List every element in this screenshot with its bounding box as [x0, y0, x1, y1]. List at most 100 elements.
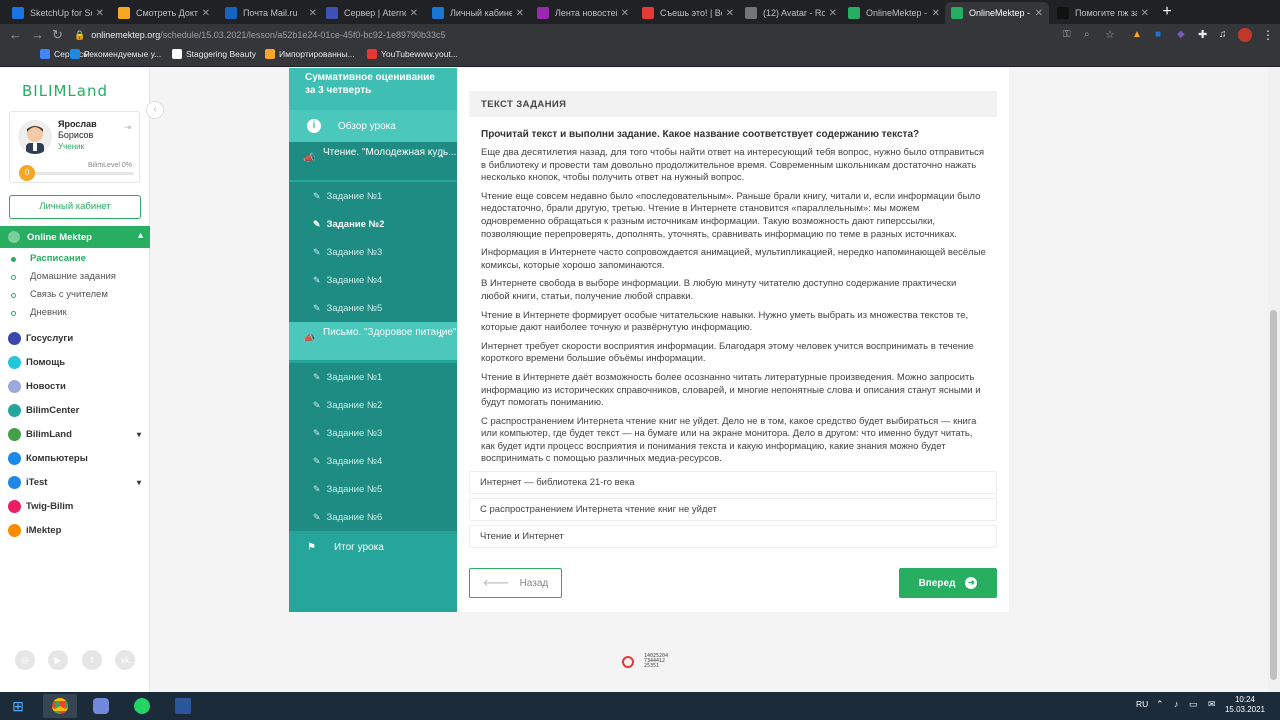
browser-tab[interactable]: Смотреть Доктор ✕ — [112, 2, 216, 24]
menu-icon[interactable]: ⋮ — [1262, 27, 1274, 43]
visitor-counter[interactable]: 14025204 7344412 25351 — [622, 654, 668, 669]
browser-tab[interactable]: Личный кабинет ✕ — [426, 2, 530, 24]
browser-tab[interactable]: SketchUp for Sch ✕ — [6, 2, 110, 24]
sidebar-menu-item[interactable]: Компьютеры — [8, 452, 150, 465]
key-icon[interactable]: ⚿ — [1063, 27, 1071, 43]
close-tab-icon[interactable]: ✕ — [932, 8, 940, 19]
facebook-icon[interactable]: f — [82, 650, 102, 670]
sidebar-menu-item[interactable]: BilimLand ▾ — [8, 428, 150, 441]
close-tab-icon[interactable]: ✕ — [726, 8, 734, 19]
browser-tab[interactable]: Почта Mail.ru ✕ — [219, 2, 323, 24]
forward-arrow-icon[interactable]: → — [31, 27, 44, 43]
browser-tab[interactable]: OnlineMektep - E ✕ — [842, 2, 946, 24]
lesson-task-item[interactable]: ✎ Задание №6 — [289, 503, 457, 531]
answer-option[interactable]: Интернет — библиотека 21-го века — [469, 471, 997, 494]
lesson-task-item[interactable]: ✎ Задание №3 — [289, 419, 457, 447]
star-icon[interactable]: ☆ — [1105, 27, 1115, 43]
address-bar[interactable]: 🔒 onlinemektep.org/schedule/15.03.2021/le… — [74, 27, 1059, 43]
new-tab-button[interactable]: + — [1158, 3, 1176, 21]
bilimland-logo[interactable]: BILIMLand — [22, 82, 108, 100]
vk-icon[interactable]: vk — [115, 650, 135, 670]
browser-tab[interactable]: OnlineMektep - E ✕ — [945, 2, 1049, 24]
bookmark-youtube[interactable]: YouTubewww.yout... — [367, 49, 458, 59]
sidebar-menu-item[interactable]: iMektep — [8, 524, 150, 537]
close-tab-icon[interactable]: ✕ — [96, 8, 104, 19]
edit-icon: ✎ — [313, 274, 321, 285]
sidebar-subitem[interactable]: Связь с учителем — [30, 289, 108, 300]
sidebar-menu-item[interactable]: BilimCenter — [8, 404, 150, 417]
back-button[interactable]: 🡐 Назад — [469, 568, 562, 598]
zoom-icon[interactable]: ⌕ — [1084, 27, 1090, 43]
scrollbar-thumb[interactable] — [1270, 310, 1277, 680]
section-writing[interactable]: 📣 Письмо. "Здоровое питание" ⌃ — [289, 322, 457, 360]
lesson-task-item[interactable]: ✎ Задание №2 — [289, 391, 457, 419]
sidebar-subitem[interactable]: Домашние задания — [30, 271, 116, 282]
close-tab-icon[interactable]: ✕ — [829, 8, 837, 19]
next-button[interactable]: Вперед ➜ — [899, 568, 997, 598]
lesson-task-item[interactable]: ✎ Задание №1 — [289, 182, 457, 210]
lesson-task-item[interactable]: ✎ Задание №5 — [289, 294, 457, 322]
lesson-task-label: Задание №1 — [326, 371, 383, 383]
sidebar-menu-item[interactable]: iTest ▾ — [8, 476, 150, 489]
reload-icon[interactable]: ↻ — [52, 27, 63, 43]
bookmark-recommended[interactable]: Рекомендуемые у... — [70, 49, 161, 59]
language-indicator[interactable]: RU — [1136, 699, 1148, 709]
taskbar-discord[interactable] — [84, 694, 118, 718]
sidebar-menu-item[interactable]: Новости — [8, 380, 150, 393]
extension-icon[interactable]: ▲ — [1132, 27, 1142, 43]
media-icon[interactable]: ♫ — [1219, 27, 1227, 43]
browser-tab[interactable]: (12) Avatar - Rob ✕ — [739, 2, 843, 24]
lesson-task-item[interactable]: ✎ Задание №1 — [289, 363, 457, 391]
bookmark-imported[interactable]: Импортированны... — [265, 49, 355, 59]
chevron-down-icon[interactable]: ▾ — [137, 478, 141, 487]
answer-option[interactable]: Чтение и Интернет — [469, 525, 997, 548]
avatar[interactable] — [18, 120, 52, 154]
tab-favicon-icon — [12, 7, 24, 19]
extension-icon[interactable]: ◆ — [1177, 27, 1185, 43]
taskbar-word[interactable] — [166, 694, 200, 718]
taskbar-chrome[interactable] — [43, 694, 77, 718]
lesson-summary-item[interactable]: ⚑ Итог урока — [289, 532, 457, 562]
chevron-down-icon[interactable]: ▾ — [137, 430, 141, 439]
browser-tab[interactable]: Съешь это! | Все ✕ — [636, 2, 740, 24]
back-arrow-icon[interactable]: ← — [9, 27, 22, 43]
browser-tab[interactable]: Лента новостей ✕ — [531, 2, 635, 24]
lesson-task-item[interactable]: ✎ Задание №4 — [289, 266, 457, 294]
sidebar-menu-item[interactable]: Помощь — [8, 356, 150, 369]
close-tab-icon[interactable]: ✕ — [202, 8, 210, 19]
sidebar-menu-item[interactable]: Госуслуги — [8, 332, 150, 345]
sidebar-menu-item[interactable]: Twig-Bilim — [8, 500, 150, 513]
section-reading[interactable]: 📣 Чтение. "Молодежная куль... ⌃ — [289, 142, 457, 180]
lesson-task-item[interactable]: ✎ Задание №4 — [289, 447, 457, 475]
browser-tab[interactable]: Помогите пж за ✕ — [1051, 2, 1155, 24]
lesson-task-item[interactable]: ✎ Задание №2 — [289, 210, 457, 238]
taskbar-clock[interactable]: 10:24 15.03.2021 — [1222, 695, 1268, 715]
browser-tab[interactable]: Сервер | Aternos ✕ — [320, 2, 424, 24]
close-tab-icon[interactable]: ✕ — [516, 8, 524, 19]
instagram-icon[interactable]: ◎ — [15, 650, 35, 670]
answer-option[interactable]: С распространением Интернета чтение книг… — [469, 498, 997, 521]
start-button[interactable]: ⊞ — [0, 692, 36, 720]
close-tab-icon[interactable]: ✕ — [621, 8, 629, 19]
collapse-sidebar-button[interactable]: ‹ — [146, 101, 164, 119]
profile-avatar-icon[interactable] — [1238, 28, 1252, 42]
bookmark-staggering[interactable]: Staggering Beauty — [172, 49, 256, 59]
youtube-icon[interactable]: ▶ — [48, 650, 68, 670]
bilimlevel-label: BilimLevel 0% — [88, 162, 132, 169]
close-tab-icon[interactable]: ✕ — [410, 8, 418, 19]
online-mektep-menu[interactable]: Online Mektep ▲ — [0, 226, 150, 248]
lesson-task-item[interactable]: ✎ Задание №5 — [289, 475, 457, 503]
close-tab-icon[interactable]: ✕ — [309, 8, 317, 19]
taskbar-whatsapp[interactable] — [125, 694, 159, 718]
extension-icon[interactable]: ■ — [1155, 27, 1161, 43]
close-tab-icon[interactable]: ✕ — [1141, 8, 1149, 19]
close-tab-icon[interactable]: ✕ — [1035, 8, 1043, 19]
sidebar-subitem[interactable]: Расписание — [30, 253, 86, 264]
puzzle-icon[interactable]: ✚ — [1198, 27, 1207, 43]
sidebar-subitem[interactable]: Дневник — [30, 307, 67, 318]
lesson-task-item[interactable]: ✎ Задание №3 — [289, 238, 457, 266]
lesson-overview-item[interactable]: i Обзор урока — [289, 110, 457, 142]
personal-cabinet-button[interactable]: Личный кабинет — [9, 195, 141, 219]
system-tray-icons[interactable]: ⌃ ♪ ▭ ✉ — [1156, 699, 1220, 710]
logout-icon[interactable]: ⇥ — [124, 122, 132, 133]
